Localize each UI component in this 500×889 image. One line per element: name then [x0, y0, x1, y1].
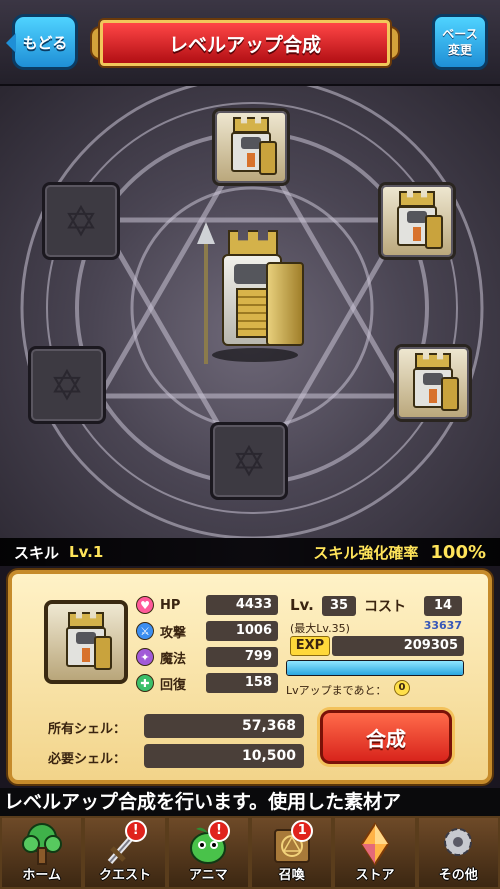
gear-icon — [444, 828, 473, 856]
required-shell-value: 10,500 — [144, 744, 304, 768]
exp-value: 209305 — [332, 636, 464, 656]
skill-rate-value: 100% — [430, 541, 486, 563]
back-button[interactable]: もどる — [6, 14, 78, 70]
recovery-value: 158 — [206, 673, 278, 693]
nav-other[interactable]: その他 — [416, 816, 500, 889]
magic-label: 魔法 — [160, 651, 187, 667]
exp-label: EXP — [290, 636, 330, 656]
base-unit-knight[interactable] — [196, 222, 312, 366]
stat-row-hp: ♥ HP 4433 — [136, 594, 278, 616]
rook-unit-icon — [58, 612, 114, 672]
nav-home[interactable]: ホーム — [0, 816, 84, 889]
page-title-text: レベルアップ合成 — [168, 33, 321, 56]
owned-shell-value: 57,368 — [144, 714, 304, 738]
skill-bar: スキル Lv.1 スキル強化確率 100% — [0, 538, 500, 566]
max-level-text: (最大Lv.35) — [290, 622, 350, 635]
unit-portrait[interactable] — [44, 600, 128, 684]
notification-badge: ! — [124, 820, 147, 842]
sword-icon: ⚔ — [136, 622, 154, 640]
notification-badge: ! — [207, 820, 230, 842]
fuse-button-label: 合成 — [366, 726, 406, 751]
bottom-nav: ホーム ! クエスト ! アニマ 1 召喚 ストア その他 — [0, 816, 500, 889]
header-bar: もどる レベルアップ合成 ベース 変更 — [0, 0, 500, 86]
exp-progress-fill — [287, 661, 463, 675]
level-label: Lv. — [290, 596, 314, 614]
exp-progress-bar — [286, 660, 464, 676]
level-value: 35 — [322, 596, 356, 616]
nav-label: アニマ — [188, 868, 228, 883]
nav-store[interactable]: ストア — [333, 816, 417, 889]
info-ticker: レベルアップ合成を行います。使用した素材ア — [0, 788, 500, 816]
attack-label: 攻撃 — [160, 625, 187, 641]
material-slot-right-lower[interactable] — [394, 344, 472, 422]
heart-icon: ♥ — [136, 596, 154, 614]
attack-value: 1006 — [206, 621, 278, 641]
spear-icon — [197, 222, 215, 364]
material-slot-left-upper[interactable] — [42, 182, 120, 260]
skill-label: スキル — [14, 543, 60, 562]
fuse-button[interactable]: 合成 — [320, 710, 452, 764]
nav-summon[interactable]: 1 召喚 — [249, 816, 334, 889]
material-slot-bottom[interactable] — [210, 422, 288, 500]
stat-row-recovery: ✚ 回復 158 — [136, 672, 278, 694]
fusion-stage — [0, 86, 500, 538]
nav-label: ストア — [355, 868, 395, 883]
rook-unit-icon — [223, 117, 279, 177]
cost-value: 14 — [424, 596, 462, 616]
nav-label: その他 — [438, 868, 478, 883]
magic-value: 799 — [206, 647, 278, 667]
base-change-button[interactable]: ベース 変更 — [432, 14, 488, 70]
unit-stats-panel: ♥ HP 4433 ⚔ 攻撃 1006 ✦ 魔法 799 ✚ 回復 158 Lv… — [8, 570, 492, 784]
back-button-label: もどる — [22, 33, 68, 52]
tower-shield-icon — [266, 262, 304, 346]
crystal-icon — [360, 822, 390, 866]
skill-level: Lv.1 — [69, 543, 104, 561]
required-shell-label: 必要シェル： — [48, 752, 127, 767]
stat-row-attack: ⚔ 攻撃 1006 — [136, 620, 278, 642]
nav-quest[interactable]: ! クエスト — [83, 816, 167, 889]
level-up-remaining-label: Lvアップまであと： — [286, 684, 387, 697]
wand-icon: ✦ — [136, 648, 154, 666]
nav-label: クエスト — [98, 868, 151, 883]
material-slot-left-lower[interactable] — [28, 346, 106, 424]
base-change-label-2: 変更 — [447, 43, 472, 57]
level-up-remaining-value: 0 — [394, 680, 410, 696]
ticker-text: レベルアップ合成を行います。使用した素材ア — [4, 791, 402, 813]
rook-unit-icon — [389, 191, 445, 251]
hp-value: 4433 — [206, 595, 278, 615]
exp-next-value: 33637 — [423, 619, 462, 632]
tree-icon — [21, 823, 62, 865]
recovery-icon: ✚ — [136, 674, 154, 692]
skill-rate-label: スキル強化確率 — [313, 543, 419, 562]
owned-shell-label: 所有シェル： — [48, 722, 127, 737]
material-slot-top[interactable] — [212, 108, 290, 186]
nav-label: ホーム — [22, 868, 61, 883]
base-change-label-1: ベース — [442, 27, 478, 41]
hp-label: HP — [160, 597, 181, 613]
material-slot-right-upper[interactable] — [378, 182, 456, 260]
page-title: レベルアップ合成 — [100, 20, 390, 66]
nav-label: 召喚 — [278, 868, 305, 883]
cost-label: コスト — [364, 599, 406, 615]
nav-anima[interactable]: ! アニマ — [166, 816, 250, 889]
stat-row-magic: ✦ 魔法 799 — [136, 646, 278, 668]
recovery-label: 回復 — [160, 677, 187, 693]
rook-unit-icon — [405, 353, 461, 413]
